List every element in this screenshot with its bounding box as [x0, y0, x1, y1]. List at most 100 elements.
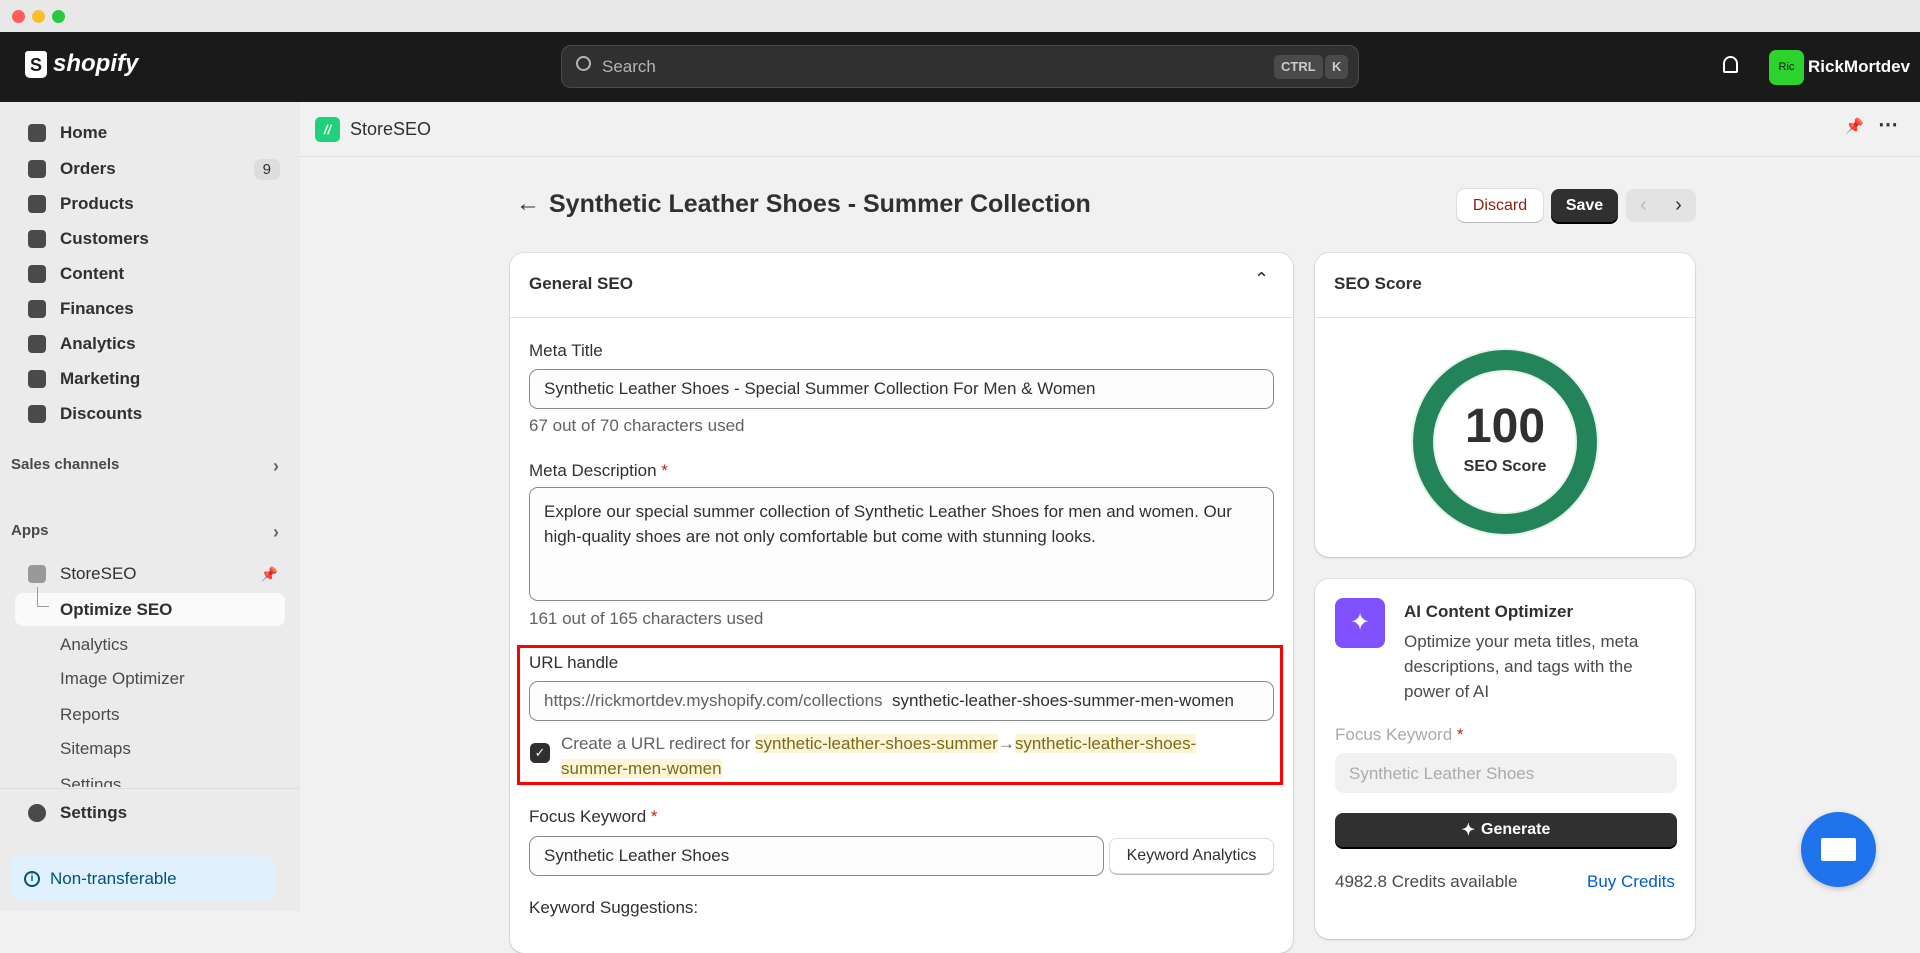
apps-section[interactable]: Apps › [11, 522, 279, 543]
url-handle-input[interactable]: https://rickmortdev.myshopify.com/collec… [529, 681, 1274, 721]
pagination: ‹ › [1626, 189, 1696, 222]
ai-title: AI Content Optimizer [1404, 602, 1574, 621]
focus-keyword-label: Focus Keyword * [529, 807, 658, 826]
back-arrow-icon[interactable]: ← [516, 190, 540, 218]
ai-focus-keyword-input[interactable]: Synthetic Leather Shoes [1335, 753, 1677, 793]
sidebar-item-settings[interactable]: Settings [28, 798, 127, 828]
orders-badge: 9 [253, 158, 280, 180]
sidebar-item-image-optimizer[interactable]: Image Optimizer [60, 669, 185, 689]
sparkle-icon: ✦ [1335, 598, 1385, 648]
ai-content-optimizer-card: ✦ AI Content Optimizer Optimize your met… [1315, 579, 1695, 939]
maximize-window-button[interactable] [52, 10, 65, 23]
buy-credits-link[interactable]: Buy Credits [1587, 872, 1675, 892]
home-icon [28, 124, 46, 142]
sidebar-item-marketing[interactable]: Marketing [28, 364, 140, 394]
sidebar-item-storeseo[interactable]: StoreSEO 📌 [28, 559, 278, 589]
meta-title-label: Meta Title [529, 341, 603, 360]
user-name[interactable]: RickMortdev [1808, 57, 1910, 77]
pin-icon[interactable]: 📌 [1845, 117, 1864, 135]
sidebar-item-customers[interactable]: Customers [28, 224, 149, 254]
sidebar-item-orders[interactable]: Orders 9 [28, 154, 280, 184]
content-icon [28, 265, 46, 283]
sidebar-item-discounts[interactable]: Discounts [28, 399, 142, 429]
sidebar-item-optimize-seo[interactable]: Optimize SEO [15, 587, 285, 626]
non-transferable-banner[interactable]: i Non-transferable [10, 856, 275, 901]
seo-score-value: 100 [1464, 400, 1546, 453]
gear-icon [28, 804, 46, 822]
bar-chart-icon [28, 335, 46, 353]
shortcut-ctrl: CTRL [1274, 55, 1323, 79]
sparkle-icon: ✦ [1461, 822, 1476, 839]
chevron-up-icon[interactable]: ⌃ [1254, 269, 1269, 290]
sales-channels-section[interactable]: Sales channels › [11, 456, 279, 477]
tree-connector-icon [37, 587, 49, 607]
app-header: // StoreSEO 📌 ⋯ [300, 102, 1920, 157]
search-input[interactable]: Search CTRL K [561, 45, 1359, 88]
more-options-icon[interactable]: ⋯ [1878, 112, 1898, 137]
meta-title-input[interactable]: Synthetic Leather Shoes - Special Summer… [529, 369, 1274, 409]
seo-score-card: SEO Score 100 SEO Score [1315, 253, 1695, 557]
sidebar: Home Orders 9 Products Customers Content … [0, 102, 300, 911]
window-titlebar [0, 0, 1920, 32]
next-arrow-icon[interactable]: › [1675, 194, 1682, 217]
save-button[interactable]: Save [1551, 189, 1618, 222]
sidebar-item-home[interactable]: Home [28, 118, 107, 148]
chat-icon [1821, 838, 1856, 861]
chevron-right-icon: › [273, 456, 279, 476]
pin-icon[interactable]: 📌 [261, 566, 278, 583]
target-icon [28, 370, 46, 388]
app-title: StoreSEO [350, 119, 432, 139]
storeseo-icon [28, 565, 46, 583]
url-handle-label: URL handle [529, 653, 619, 672]
url-handle-value: synthetic-leather-shoes-summer-men-women [891, 691, 1234, 710]
bank-icon [28, 300, 46, 318]
discount-icon [28, 405, 46, 423]
meta-description-textarea[interactable]: Explore our special summer collection of… [529, 487, 1274, 601]
redirect-label: Create a URL redirect for synthetic-leat… [561, 734, 1197, 778]
seo-score-label: SEO Score [1463, 458, 1547, 475]
generate-button[interactable]: ✦ Generate [1335, 813, 1677, 847]
chevron-right-icon: › [273, 522, 279, 542]
person-icon [28, 230, 46, 248]
orders-icon [28, 160, 46, 178]
divider [510, 317, 1293, 318]
sidebar-item-app-settings[interactable]: Settings [60, 775, 121, 787]
credits-available: 4982.8 Credits available [1335, 872, 1518, 891]
previous-arrow-icon[interactable]: ‹ [1640, 194, 1647, 217]
close-window-button[interactable] [12, 10, 25, 23]
sidebar-item-finances[interactable]: Finances [28, 294, 134, 324]
meta-description-label: Meta Description * [529, 461, 668, 480]
page-title: Synthetic Leather Shoes - Summer Collect… [549, 190, 1091, 218]
sidebar-item-reports[interactable]: Reports [60, 705, 120, 725]
shopify-bag-icon: S [25, 50, 47, 78]
keyword-suggestions-label: Keyword Suggestions: [529, 898, 699, 917]
meta-description-counter: 161 out of 165 characters used [529, 609, 764, 628]
sidebar-item-analytics[interactable]: Analytics [28, 329, 136, 359]
top-bar: S shopify Search CTRL K Ric RickMortdev [0, 32, 1920, 102]
sidebar-item-sitemaps[interactable]: Sitemaps [60, 739, 131, 759]
redirect-checkbox[interactable]: ✓ [530, 743, 550, 763]
shopify-logo[interactable]: S shopify [25, 50, 138, 78]
meta-title-counter: 67 out of 70 characters used [529, 416, 745, 435]
shortcut-k: K [1325, 55, 1349, 79]
bell-icon[interactable] [1723, 56, 1738, 73]
discard-button[interactable]: Discard [1457, 189, 1543, 222]
divider [0, 788, 300, 789]
ai-description: Optimize your meta titles, meta descript… [1404, 632, 1639, 701]
storeseo-logo-icon: // [315, 117, 340, 142]
chat-button[interactable] [1801, 812, 1876, 887]
info-icon: i [24, 870, 40, 887]
sidebar-item-app-analytics[interactable]: Analytics [60, 635, 128, 655]
ai-focus-keyword-label: Focus Keyword * [1335, 725, 1464, 744]
general-seo-card: General SEO ⌃ Meta Title Synthetic Leath… [510, 253, 1293, 953]
card-title: General SEO [529, 274, 633, 293]
focus-keyword-input[interactable]: Synthetic Leather Shoes [529, 836, 1104, 876]
sidebar-item-content[interactable]: Content [28, 259, 124, 289]
avatar[interactable]: Ric [1769, 50, 1804, 85]
search-icon [576, 56, 591, 71]
sidebar-item-products[interactable]: Products [28, 189, 134, 219]
minimize-window-button[interactable] [32, 10, 45, 23]
divider [1315, 317, 1695, 318]
tag-icon [28, 195, 46, 213]
keyword-analytics-button[interactable]: Keyword Analytics [1109, 838, 1274, 874]
